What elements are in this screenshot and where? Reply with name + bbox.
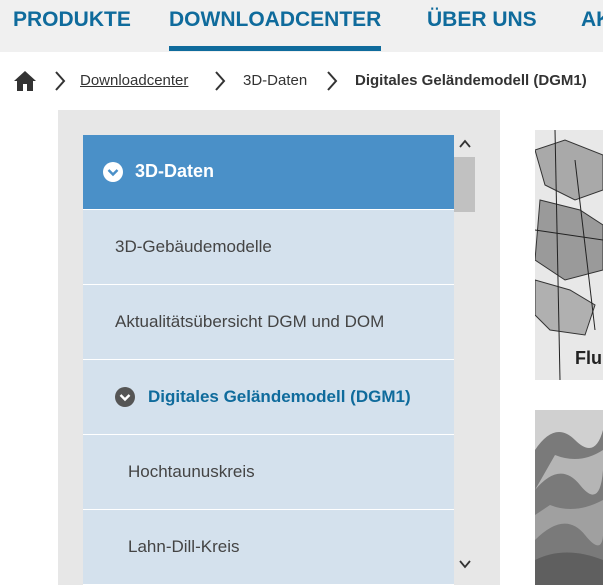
sidebar-item-hochtaunuskreis[interactable]: Hochtaunuskreis	[83, 435, 454, 510]
sidebar-item-lahn-dill-kreis[interactable]: Lahn-Dill-Kreis	[83, 510, 454, 585]
breadcrumb-3d-daten[interactable]: 3D-Daten	[243, 72, 307, 89]
chevron-right-icon	[327, 71, 338, 91]
chevron-right-icon	[55, 71, 66, 91]
sidebar-item-label: Lahn-Dill-Kreis	[128, 537, 240, 556]
chevron-right-icon	[215, 71, 226, 91]
terrain-relief-image	[535, 410, 603, 585]
top-navigation: PRODUKTE DOWNLOADCENTER ÜBER UNS AK	[0, 0, 603, 52]
terrain-thumbnail[interactable]	[535, 410, 603, 585]
map-label-text: Flu	[575, 348, 602, 368]
chevron-up-icon[interactable]	[458, 137, 472, 151]
sidebar-item-3d-gebaeudemodelle[interactable]: 3D-Gebäudemodelle	[83, 210, 454, 285]
nav-ueber-uns[interactable]: ÜBER UNS	[427, 8, 537, 32]
breadcrumb-current: Digitales Geländemodell (DGM1)	[355, 72, 587, 89]
sidebar-item-label: 3D-Gebäudemodelle	[115, 237, 272, 256]
sidebar: 3D-Daten 3D-Gebäudemodelle Aktualitätsüb…	[58, 110, 500, 585]
map-thumbnail[interactable]: Flu	[535, 130, 603, 380]
nav-produkte[interactable]: PRODUKTE	[13, 8, 131, 32]
chevron-down-circle-icon	[103, 162, 123, 182]
cadastral-map-image	[535, 130, 603, 380]
sidebar-header-3d-daten[interactable]: 3D-Daten	[83, 135, 454, 210]
nav-ak[interactable]: AK	[581, 8, 603, 32]
sidebar-header-label: 3D-Daten	[135, 161, 215, 181]
sidebar-item-label: Aktualitätsübersicht DGM und DOM	[115, 312, 385, 331]
sidebar-item-label: Digitales Geländemodell (DGM1)	[148, 387, 411, 406]
home-icon[interactable]	[13, 70, 37, 92]
sidebar-nav-list: 3D-Daten 3D-Gebäudemodelle Aktualitätsüb…	[83, 135, 454, 585]
sidebar-item-aktualitaetsuebersicht[interactable]: Aktualitätsübersicht DGM und DOM	[83, 285, 454, 360]
sidebar-scrollbar[interactable]	[454, 135, 475, 585]
sidebar-item-dgm1[interactable]: Digitales Geländemodell (DGM1)	[83, 360, 454, 435]
scrollbar-thumb[interactable]	[454, 157, 475, 212]
sidebar-item-label: Hochtaunuskreis	[128, 462, 255, 481]
chevron-down-icon[interactable]	[458, 557, 472, 571]
breadcrumb-downloadcenter[interactable]: Downloadcenter	[80, 72, 188, 89]
breadcrumb: Downloadcenter 3D-Daten Digitales Geländ…	[0, 58, 603, 102]
chevron-down-circle-icon	[115, 387, 135, 407]
nav-downloadcenter[interactable]: DOWNLOADCENTER	[169, 8, 382, 51]
